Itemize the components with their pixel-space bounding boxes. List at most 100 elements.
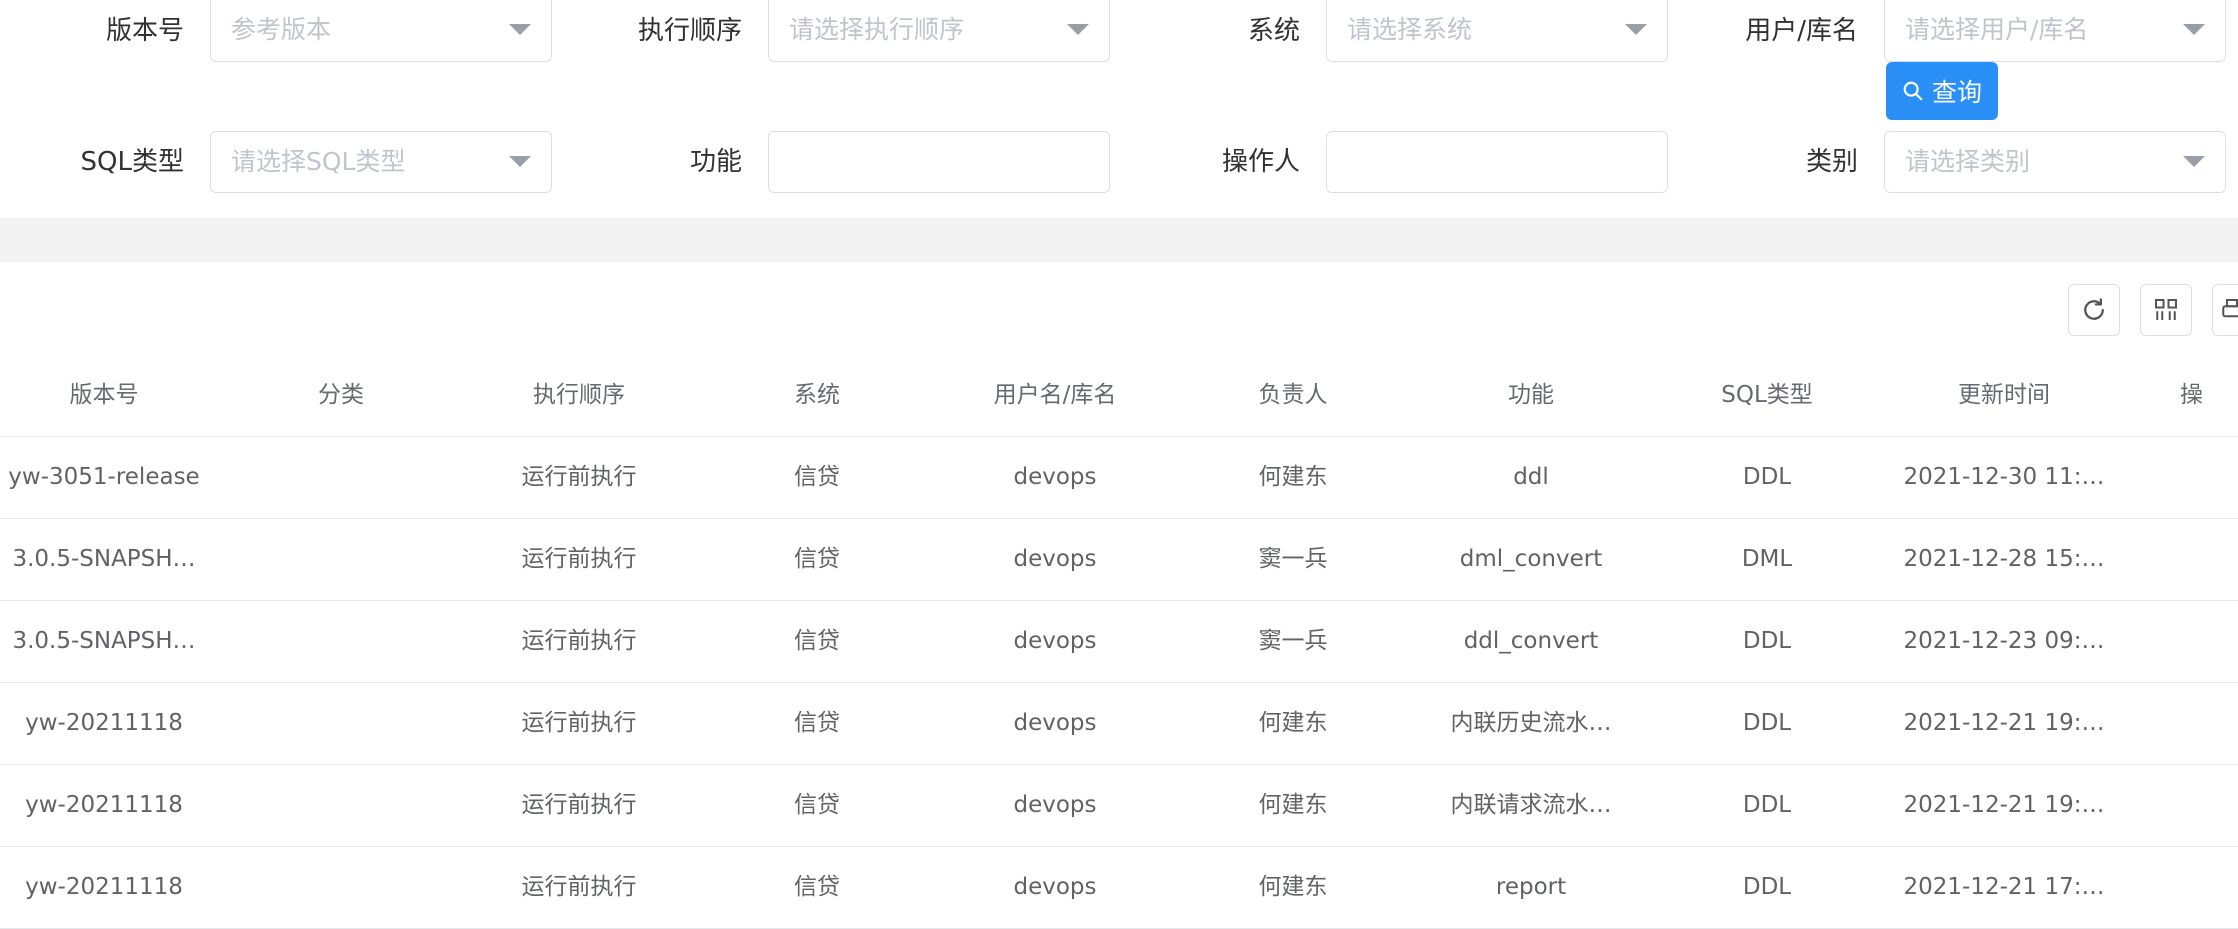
cell-function: ddl_convert <box>1463 628 1599 654</box>
cell-version: yw-20211118 <box>25 710 183 736</box>
chevron-down-icon <box>1067 24 1089 35</box>
sql-table: 版本号 分类 执行顺序 系统 用户名/库名 负责人 功能 SQL类型 更新时间 … <box>0 355 2238 929</box>
cell-exec-order: 运行前执行 <box>521 546 637 572</box>
section-divider <box>0 218 2238 262</box>
filter-user-db-label: 用户/库名 <box>1745 16 1858 46</box>
filter-version-label: 版本号 <box>105 16 184 46</box>
table-row[interactable]: yw-20211118 运行前执行 信贷 devops 何建东 report D… <box>0 847 2238 929</box>
cell-user-db: devops <box>1013 546 1097 572</box>
cell-user-db: devops <box>1013 464 1097 490</box>
cell-system: 信贷 <box>794 792 840 818</box>
filter-operator-label: 操作人 <box>1221 147 1300 177</box>
system-select-placeholder: 请选择系统 <box>1347 15 1473 44</box>
cell-updated: 2021-12-21 19:… <box>1903 792 2105 818</box>
exec-order-select[interactable]: 请选择执行顺序 <box>768 0 1110 62</box>
filter-function-label: 功能 <box>689 147 742 177</box>
cell-sql-type: DDL <box>1742 874 1792 900</box>
cell-system: 信贷 <box>794 628 840 654</box>
cell-updated: 2021-12-30 11:… <box>1903 464 2105 490</box>
cell-sql-type: DDL <box>1742 464 1792 490</box>
table-row[interactable]: 3.0.5-SNAPSH… 运行前执行 信贷 devops 窦一兵 ddl_co… <box>0 601 2238 683</box>
chevron-down-icon <box>2183 24 2205 35</box>
cell-function: ddl <box>1513 464 1549 490</box>
table-row[interactable]: yw-20211118 运行前执行 信贷 devops 何建东 内联请求流水… … <box>0 765 2238 847</box>
user-db-select[interactable]: 请选择用户/库名 <box>1884 0 2226 62</box>
cell-exec-order: 运行前执行 <box>521 710 637 736</box>
cell-sql-type: DDL <box>1742 710 1792 736</box>
column-header[interactable]: 分类 <box>208 355 474 436</box>
system-select[interactable]: 请选择系统 <box>1326 0 1668 62</box>
cell-exec-order: 运行前执行 <box>521 464 637 490</box>
cell-category <box>208 437 474 518</box>
refresh-icon <box>2084 298 2104 320</box>
version-select[interactable]: 参考版本 <box>210 0 552 62</box>
sql-type-select[interactable]: 请选择SQL类型 <box>210 131 552 193</box>
filter-form: 版本号 参考版本 执行顺序 请选择执行顺序 系统 请选择系统 用户/库名 请选择… <box>0 0 2238 218</box>
cell-owner: 何建东 <box>1258 792 1328 818</box>
cell-owner: 何建东 <box>1258 874 1328 900</box>
column-header[interactable]: 执行顺序 <box>474 355 684 436</box>
column-header[interactable]: 更新时间 <box>1898 355 2110 436</box>
cell-sql-type: DDL <box>1742 792 1792 818</box>
column-header[interactable]: 功能 <box>1426 355 1636 436</box>
cell-version: 3.0.5-SNAPSH… <box>12 628 196 654</box>
table-row[interactable]: yw-3051-release 运行前执行 信贷 devops 何建东 ddl … <box>0 437 2238 519</box>
query-button[interactable]: 查询 <box>1886 62 1998 120</box>
cell-system: 信贷 <box>794 464 840 490</box>
function-input[interactable] <box>768 131 1110 193</box>
table-row[interactable]: yw-20211118 运行前执行 信贷 devops 何建东 内联历史流水… … <box>0 683 2238 765</box>
chevron-down-icon <box>509 156 531 167</box>
cell-updated: 2021-12-21 19:… <box>1903 710 2105 736</box>
cell-owner: 何建东 <box>1258 464 1328 490</box>
cell-sql-type: DML <box>1741 546 1793 572</box>
filter-category-label: 类别 <box>1805 147 1858 177</box>
cell-category <box>208 519 474 600</box>
cell-function: 内联历史流水… <box>1450 710 1612 736</box>
cell-owner: 窦一兵 <box>1258 546 1328 572</box>
cell-updated: 2021-12-28 15:… <box>1903 546 2105 572</box>
column-header[interactable]: SQL类型 <box>1636 355 1898 436</box>
chevron-down-icon <box>1625 24 1647 35</box>
table-header: 版本号 分类 执行顺序 系统 用户名/库名 负责人 功能 SQL类型 更新时间 … <box>0 355 2238 437</box>
version-select-placeholder: 参考版本 <box>231 15 332 44</box>
table-row[interactable]: 3.0.5-SNAPSH… 运行前执行 信贷 devops 窦一兵 dml_co… <box>0 519 2238 601</box>
cell-exec-order: 运行前执行 <box>521 628 637 654</box>
cell-user-db: devops <box>1013 874 1097 900</box>
print-button[interactable] <box>2212 284 2238 336</box>
print-icon <box>2222 299 2238 318</box>
cell-function: 内联请求流水… <box>1450 792 1612 818</box>
columns-grid-icon <box>2155 299 2177 320</box>
category-select[interactable]: 请选择类别 <box>1884 131 2226 193</box>
cell-sql-type: DDL <box>1742 628 1792 654</box>
cell-system: 信贷 <box>794 546 840 572</box>
column-header[interactable]: 系统 <box>684 355 950 436</box>
column-header[interactable]: 操 <box>2180 355 2220 436</box>
cell-category <box>208 765 474 846</box>
cell-version: 3.0.5-SNAPSH… <box>12 546 196 572</box>
cell-exec-order: 运行前执行 <box>521 874 637 900</box>
chevron-down-icon <box>509 24 531 35</box>
cell-owner: 窦一兵 <box>1258 628 1328 654</box>
column-header[interactable]: 负责人 <box>1160 355 1426 436</box>
cell-exec-order: 运行前执行 <box>521 792 637 818</box>
operator-input[interactable] <box>1326 131 1668 193</box>
cell-version: yw-20211118 <box>25 792 183 818</box>
cell-updated: 2021-12-23 09:… <box>1903 628 2105 654</box>
column-header[interactable]: 用户名/库名 <box>950 355 1160 436</box>
cell-category <box>208 683 474 764</box>
filter-exec-order-label: 执行顺序 <box>637 16 742 46</box>
cell-system: 信贷 <box>794 874 840 900</box>
cell-updated: 2021-12-21 17:… <box>1903 874 2105 900</box>
cell-category <box>208 847 474 928</box>
column-header[interactable]: 版本号 <box>0 355 208 436</box>
category-select-placeholder: 请选择类别 <box>1905 147 2031 176</box>
user-db-select-placeholder: 请选择用户/库名 <box>1905 15 2089 44</box>
refresh-button[interactable] <box>2068 284 2120 336</box>
cell-category <box>208 601 474 682</box>
search-icon <box>1903 81 1923 101</box>
cell-system: 信贷 <box>794 710 840 736</box>
cell-user-db: devops <box>1013 628 1097 654</box>
filter-sql-type-label: SQL类型 <box>80 147 184 177</box>
exec-order-select-placeholder: 请选择执行顺序 <box>789 15 965 44</box>
columns-button[interactable] <box>2140 284 2192 336</box>
